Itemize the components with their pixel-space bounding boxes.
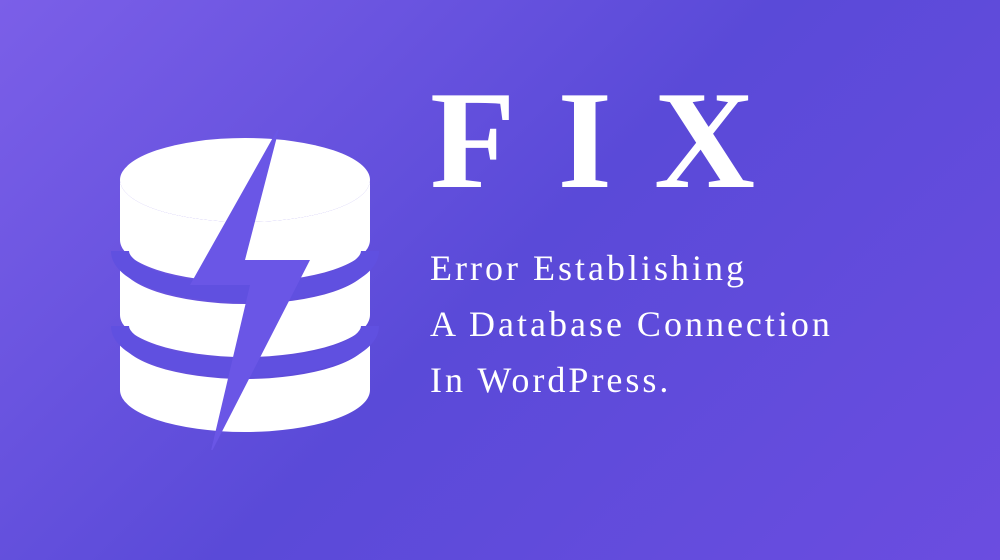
- subtitle-line-2: A Database Connection: [430, 297, 833, 353]
- subtitle-line-3: In WordPress.: [430, 353, 833, 409]
- subtitle-line-1: Error Establishing: [430, 241, 833, 297]
- database-lightning-icon: [95, 130, 395, 450]
- text-content: FIX Error Establishing A Database Connec…: [430, 60, 833, 408]
- main-heading: FIX: [430, 60, 833, 221]
- subtitle: Error Establishing A Database Connection…: [430, 241, 833, 408]
